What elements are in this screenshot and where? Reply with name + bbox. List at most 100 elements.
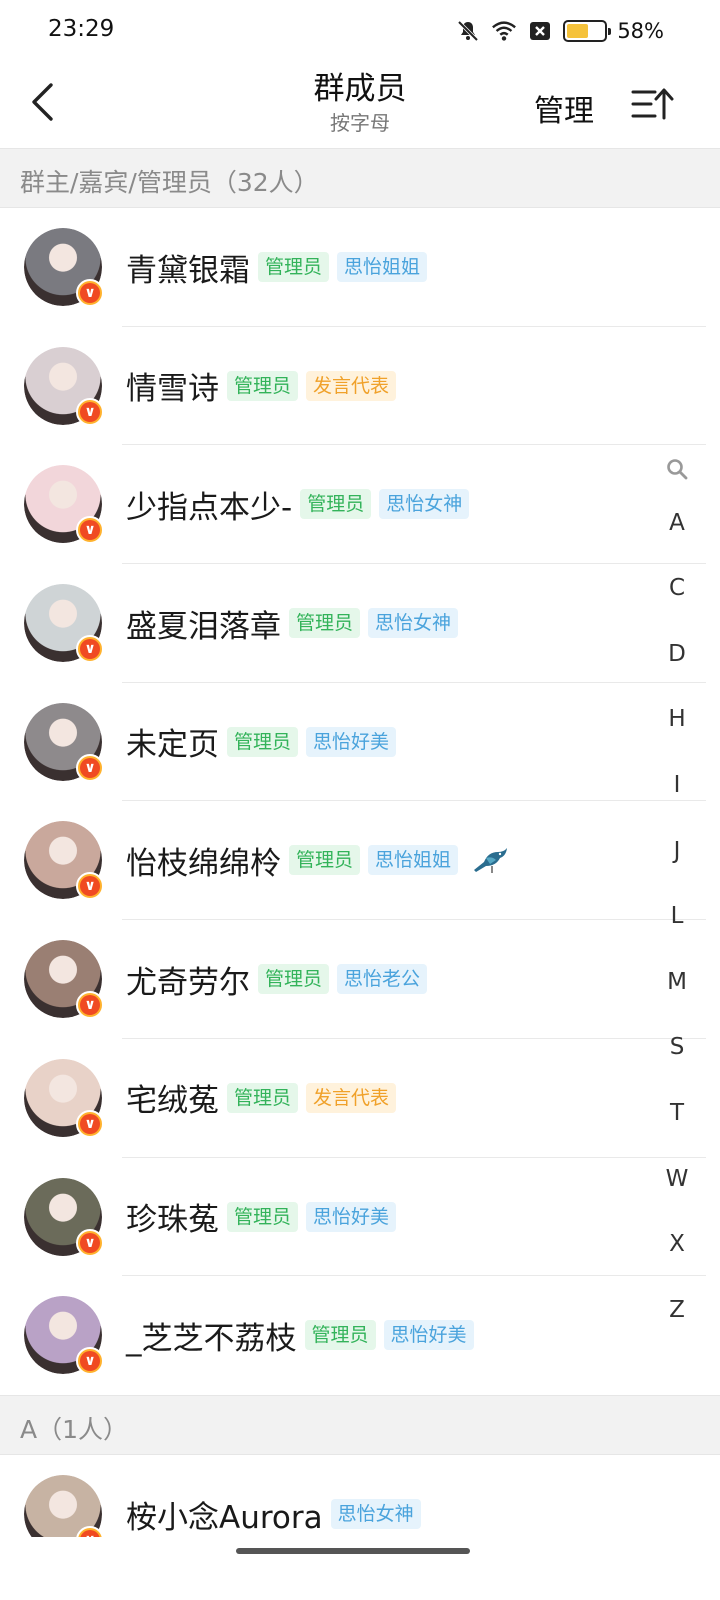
title-tag: 思怡好美 <box>306 1201 397 1232</box>
vip-badge-icon: ∨ <box>76 1109 104 1138</box>
member-name: 情雪诗 <box>126 371 219 408</box>
member-list-a: ∨桉小念Aurora思怡女神 <box>0 1455 706 1537</box>
member-info: 少指点本少- 管理员 思怡女神 <box>126 445 470 563</box>
title-tag: 思怡姐姐 <box>368 845 459 876</box>
member-row[interactable]: ∨ _芝芝不荔枝 管理员 思怡好美 <box>0 1276 706 1395</box>
section-label: A（1人） <box>20 1415 129 1444</box>
status-time: 23:29 <box>48 16 115 42</box>
admin-tag: 管理员 <box>304 1320 376 1351</box>
sort-ascending-icon <box>630 88 676 130</box>
bird-icon <box>470 844 510 876</box>
battery-icon <box>563 20 612 42</box>
back-button[interactable] <box>22 80 62 128</box>
alpha-index-letter[interactable]: T <box>660 1100 694 1126</box>
member-row[interactable]: ∨ 未定页 管理员 思怡好美 <box>0 683 706 802</box>
page-title: 群成员 <box>313 71 407 107</box>
member-name: _芝芝不荔枝 <box>126 1320 297 1357</box>
member-name: 珍珠菟 <box>126 1202 219 1238</box>
title-tag: 思怡老公 <box>337 964 428 995</box>
alpha-index-letter[interactable]: A <box>660 510 694 536</box>
title-tag: 思怡女神 <box>368 608 459 639</box>
status-icons: 58% <box>455 16 664 46</box>
title-block: 群成员 按字母 <box>0 70 720 136</box>
admin-tag: 管理员 <box>227 1201 299 1232</box>
vip-badge-icon: ∨ <box>76 872 104 901</box>
title-tag: 思怡女神 <box>379 489 470 520</box>
status-bar: 23:29 58% <box>0 0 720 62</box>
sort-button[interactable] <box>630 84 676 126</box>
sim-off-icon <box>527 18 553 44</box>
member-info: 桉小念Aurora 思怡女神 <box>126 1455 421 1537</box>
alpha-index-letter[interactable]: D <box>660 641 694 667</box>
vip-badge-icon: ∨ <box>76 397 104 426</box>
member-info: 盛夏泪落章 管理员 思怡女神 <box>126 564 459 682</box>
member-row[interactable]: ∨ 盛夏泪落章 管理员 思怡女神 <box>0 564 706 683</box>
admin-tag: 管理员 <box>258 252 330 282</box>
admin-tag: 管理员 <box>227 1082 299 1113</box>
admin-tag: 管理员 <box>300 489 372 520</box>
member-name: 盛夏泪落章 <box>126 608 281 645</box>
member-name: 怡枝绵绵柃 <box>126 845 281 882</box>
member-info: 珍珠菟 管理员 思怡好美 <box>126 1158 397 1276</box>
admin-tag: 管理员 <box>227 370 299 401</box>
battery-level <box>567 24 589 38</box>
vip-badge-icon: ∨ <box>76 279 104 307</box>
vip-badge-icon: ∨ <box>76 516 104 545</box>
search-icon[interactable] <box>660 454 694 484</box>
member-row[interactable]: ∨桉小念Aurora思怡女神 <box>0 1455 706 1537</box>
member-info: 青黛银霜 管理员 思怡姐姐 <box>126 208 428 326</box>
member-info: 尤奇劳尔 管理员 思怡老公 <box>126 920 428 1038</box>
member-row[interactable]: ∨ 怡枝绵绵柃 管理员 思怡姐姐 <box>0 801 706 920</box>
member-name: 宅绒菟 <box>126 1083 219 1120</box>
title-tag: 发言代表 <box>306 370 397 401</box>
member-row[interactable]: ∨ 珍珠菟 管理员 思怡好美 <box>0 1158 706 1277</box>
member-name: 未定页 <box>126 727 219 764</box>
title-tag: 思怡好美 <box>383 1320 474 1351</box>
alpha-index-letter[interactable]: H <box>660 706 694 732</box>
admin-tag: 管理员 <box>289 608 361 639</box>
member-row[interactable]: ∨ 情雪诗 管理员 发言代表 <box>0 327 706 446</box>
alpha-index-letter[interactable]: I <box>660 772 694 798</box>
battery-percent: 58% <box>617 19 664 43</box>
admin-tag: 管理员 <box>227 726 299 757</box>
vip-badge-icon: ∨ <box>76 753 104 782</box>
member-name: 少指点本少- <box>126 489 293 526</box>
admin-tag: 管理员 <box>258 964 330 995</box>
title-tag: 思怡好美 <box>306 726 397 757</box>
member-info: 未定页 管理员 思怡好美 <box>126 683 397 801</box>
member-row[interactable]: ∨ 青黛银霜 管理员 思怡姐姐 <box>0 208 706 327</box>
vip-badge-icon: ∨ <box>76 1347 104 1376</box>
member-row[interactable]: ∨ 尤奇劳尔 管理员 思怡老公 <box>0 920 706 1039</box>
alpha-index-letter[interactable]: J <box>660 838 694 864</box>
alpha-index-letter[interactable]: W <box>660 1166 694 1192</box>
vip-badge-icon: ∨ <box>76 991 104 1020</box>
alpha-index-letter[interactable]: L <box>660 903 694 929</box>
home-indicator[interactable] <box>236 1548 470 1554</box>
member-name: 青黛银霜 <box>126 252 250 289</box>
member-row[interactable]: ∨ 少指点本少- 管理员 思怡女神 <box>0 445 706 564</box>
alpha-index-letter[interactable]: M <box>660 969 694 995</box>
alpha-index-letter[interactable]: C <box>660 575 694 601</box>
section-header-a: A（1人） <box>0 1395 720 1455</box>
alpha-index-letter[interactable]: Z <box>660 1297 694 1323</box>
section-header-admins: 群主/嘉宾/管理员（32人） <box>0 148 720 208</box>
title-tag: 思怡姐姐 <box>337 252 428 282</box>
member-name: 尤奇劳尔 <box>126 964 250 1001</box>
section-label: 群主/嘉宾/管理员（32人） <box>20 168 319 197</box>
alpha-index-letter[interactable]: X <box>660 1231 694 1257</box>
wifi-icon <box>491 18 517 44</box>
title-tag: 发言代表 <box>306 1082 397 1113</box>
vip-badge-icon: ∨ <box>76 635 104 664</box>
vip-badge-icon: ∨ <box>76 1228 104 1257</box>
header: 群成员 按字母 管理 <box>0 62 720 148</box>
admin-tag: 管理员 <box>289 845 361 876</box>
member-info: 怡枝绵绵柃 管理员 思怡姐姐 <box>126 801 510 919</box>
member-name: 桉小念Aurora <box>126 1499 323 1536</box>
member-info: 宅绒菟 管理员 发言代表 <box>126 1039 397 1157</box>
member-info: 情雪诗 管理员 发言代表 <box>126 327 397 445</box>
member-list-admins: ∨ 青黛银霜 管理员 思怡姐姐 ∨ 情雪诗 管理员 发言代表 ∨ 少指点本少- 管理员 思怡女神 ∨ 盛夏… <box>0 208 706 1395</box>
manage-button[interactable]: 管理 <box>534 86 594 130</box>
member-row[interactable]: ∨ 宅绒菟 管理员 发言代表 <box>0 1039 706 1158</box>
alpha-index-letter[interactable]: S <box>660 1034 694 1060</box>
alphabet-index[interactable]: A C D H I J L M S T W X Z <box>660 454 694 1323</box>
